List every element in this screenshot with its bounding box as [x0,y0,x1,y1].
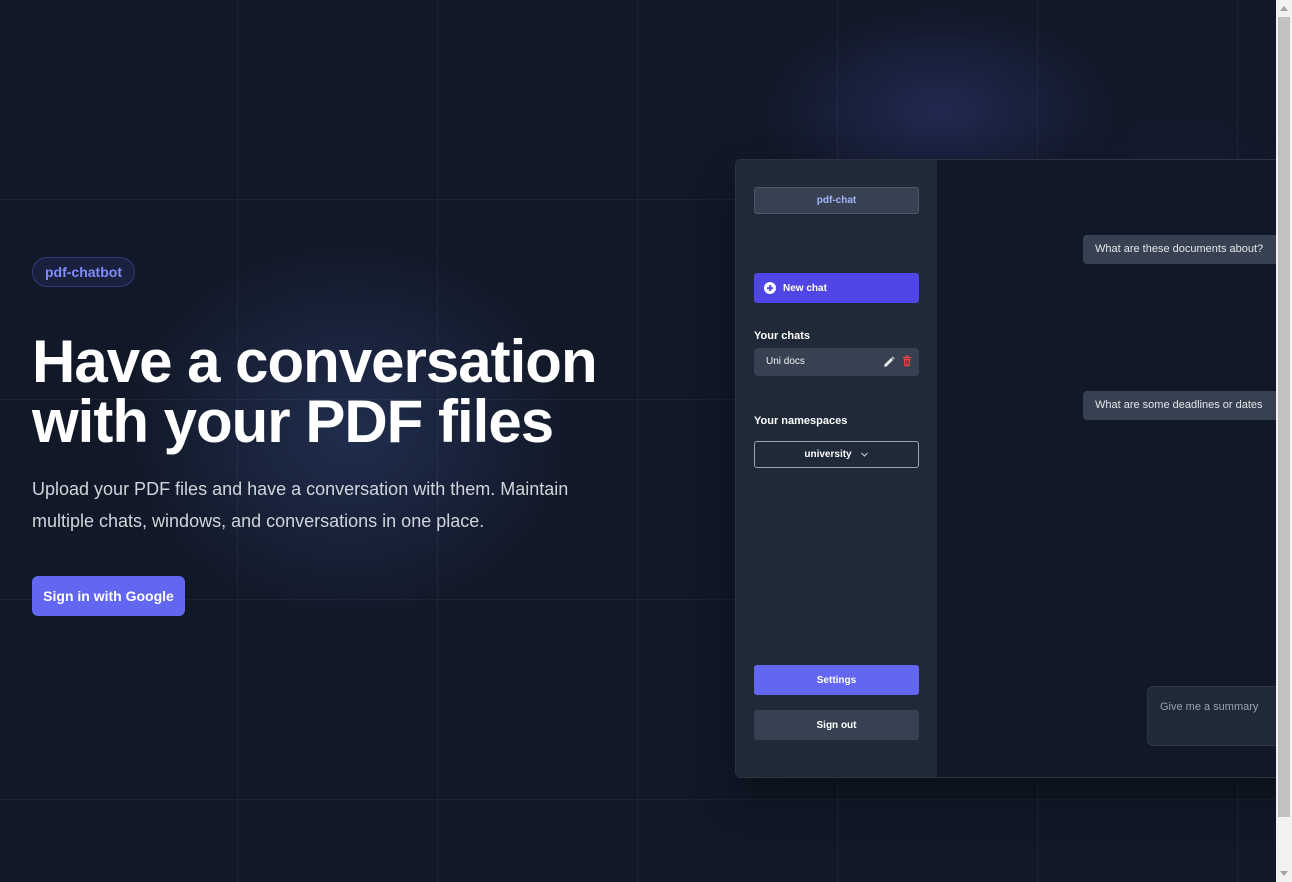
pencil-icon[interactable] [882,355,896,369]
chat-list-item[interactable]: Uni docs [754,348,919,376]
sign-in-google-button[interactable]: Sign in with Google [32,576,185,616]
chat-input[interactable]: Give me a summary [1147,686,1276,746]
chevron-down-icon [860,452,868,457]
hero-subtitle: Upload your PDF files and have a convers… [32,479,569,531]
page-scrollbar[interactable] [1276,0,1292,882]
scroll-down-arrow-icon[interactable] [1276,866,1292,882]
chat-message: What are these documents about? [1083,235,1276,264]
preview-sidebar: pdf-chat New chat Your chats Uni docs Yo… [736,160,937,777]
hero-title: Have a conversation with your PDF files [32,332,652,452]
landing-page: pdf-chatbot Have a conversation with you… [0,0,1276,882]
chats-heading: Your chats [754,330,811,342]
new-chat-button[interactable]: New chat [754,273,919,303]
namespace-selected-value: university [804,449,852,460]
hero-title-line-1: Have a conversation [32,328,598,395]
plus-circle-icon [764,282,776,294]
chat-message: What are some deadlines or dates [1083,391,1276,420]
sign-out-button[interactable]: Sign out [754,710,919,740]
scrollbar-thumb[interactable] [1278,17,1290,817]
product-badge: pdf-chatbot [32,257,135,287]
new-chat-label: New chat [783,282,827,294]
scroll-up-arrow-icon[interactable] [1276,0,1292,16]
app-preview: pdf-chat New chat Your chats Uni docs Yo… [735,159,1276,778]
chat-item-label: Uni docs [766,356,805,367]
trash-icon[interactable] [900,354,914,368]
preview-app-name: pdf-chat [754,187,919,214]
preview-chat-area: What are these documents about? What are… [937,160,1276,777]
namespace-select[interactable]: university [754,441,919,468]
hero-title-line-2: with your PDF files [32,388,554,455]
settings-button[interactable]: Settings [754,665,919,695]
namespaces-heading: Your namespaces [754,415,848,427]
